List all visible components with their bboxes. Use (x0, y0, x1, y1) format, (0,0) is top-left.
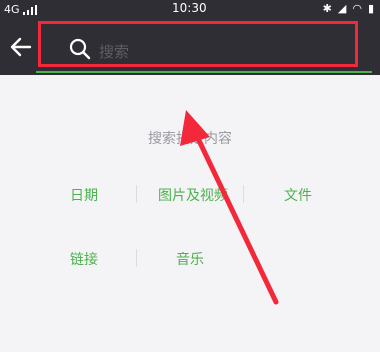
annotation-arrow (180, 110, 279, 305)
